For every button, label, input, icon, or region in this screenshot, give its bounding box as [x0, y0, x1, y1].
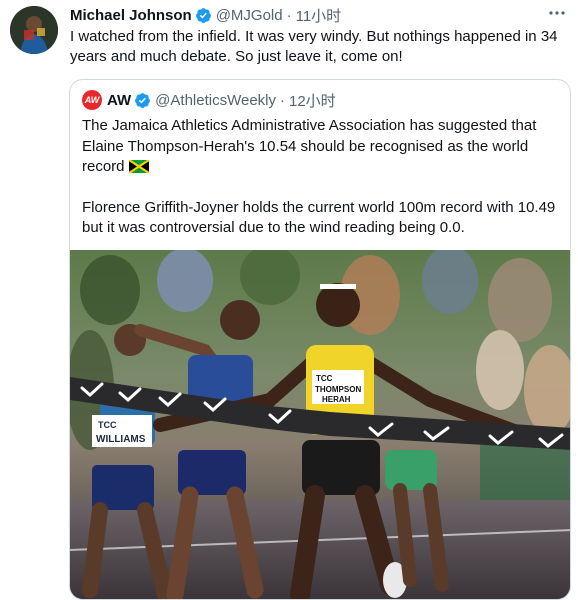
- jamaica-flag-icon: [128, 160, 149, 173]
- quoted-paragraph-1-text: The Jamaica Athletics Administrative Ass…: [82, 117, 537, 175]
- quoted-author-handle[interactable]: @AthleticsWeekly: [155, 92, 276, 109]
- verified-icon: [195, 7, 211, 23]
- verified-icon: [135, 92, 151, 108]
- quoted-paragraph-2: Florence Griffith-Joyner holds the curre…: [82, 198, 556, 237]
- bib-center-name: THOMPSON: [315, 385, 361, 394]
- author-handle[interactable]: @MJGold: [216, 7, 283, 24]
- tweet-time[interactable]: 11小时: [296, 5, 342, 26]
- author-avatar[interactable]: [10, 6, 58, 54]
- race-finish-photo[interactable]: TCC WILLIAMS TCC THOMPSON HERAH: [70, 250, 570, 599]
- bib-left-name: WILLIAMS: [96, 434, 146, 445]
- bib-center-sub: HERAH: [322, 395, 351, 404]
- tweet-header: Michael Johnson @MJGold · 11小时: [70, 4, 341, 26]
- tweet: Michael Johnson @MJGold · 11小时 I watched…: [0, 0, 578, 600]
- bib-center-top: TCC: [316, 374, 333, 383]
- separator-dot: ·: [286, 6, 292, 24]
- quoted-tweet-text: The Jamaica Athletics Administrative Ass…: [82, 116, 562, 239]
- separator-dot: ·: [280, 91, 285, 109]
- more-dots-icon[interactable]: [548, 4, 566, 27]
- svg-text:TCC: TCC: [98, 420, 117, 430]
- author-name[interactable]: Michael Johnson: [70, 7, 192, 24]
- quoted-author-name[interactable]: AW: [107, 92, 131, 109]
- quoted-tweet-header: AW AW @AthleticsWeekly · 12小时: [82, 90, 336, 110]
- tweet-text: I watched from the infield. It was very …: [70, 28, 558, 65]
- aw-logo-icon[interactable]: AW: [82, 90, 102, 110]
- quoted-tweet[interactable]: AW AW @AthleticsWeekly · 12小时 The Jamaic…: [69, 79, 571, 600]
- quoted-tweet-time[interactable]: 12小时: [289, 90, 336, 111]
- quoted-paragraph-1: The Jamaica Athletics Administrative Ass…: [82, 116, 562, 178]
